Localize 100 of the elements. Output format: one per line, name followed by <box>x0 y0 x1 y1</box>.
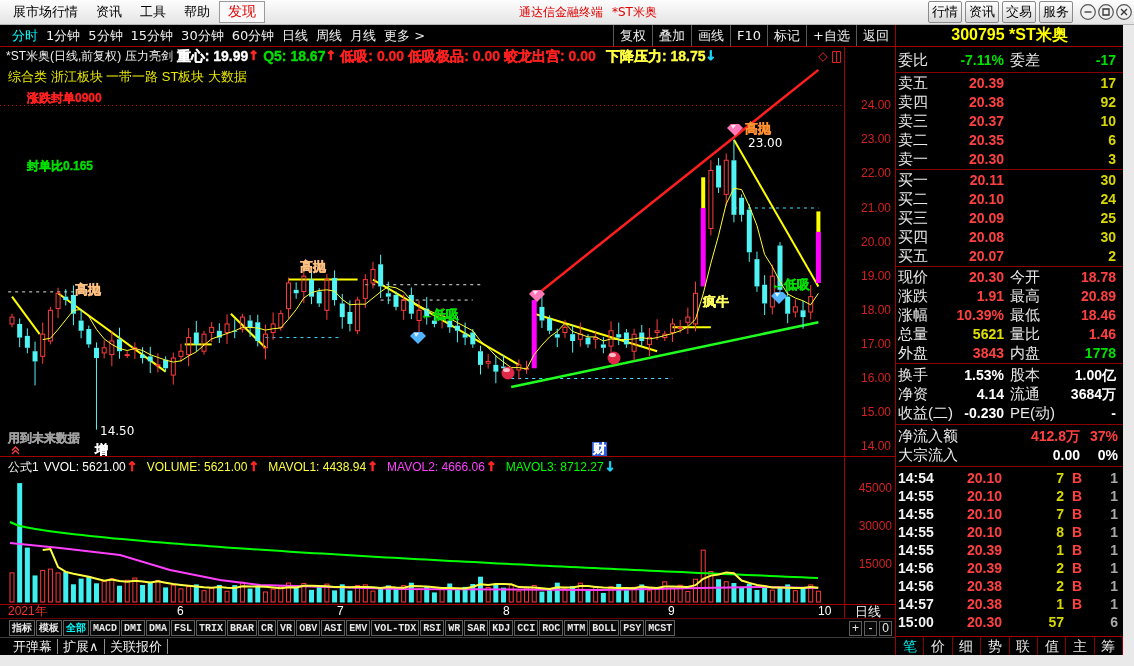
indicator-tab[interactable]: DMA <box>146 620 171 636</box>
chart-note: 涨跌封单0900 <box>27 91 102 105</box>
indicator-tab[interactable]: EMV <box>346 620 371 636</box>
quote-label: 现价 <box>898 268 928 286</box>
indicator-tab[interactable]: SAR <box>464 620 489 636</box>
indicator-tab[interactable]: 全部 <box>63 620 89 636</box>
ask-price: 20.35 <box>968 131 1004 149</box>
period-tab[interactable]: 1分钟 <box>46 26 81 45</box>
quote-label: 内盘 <box>1010 344 1040 362</box>
bid-label: 买四 <box>898 228 928 246</box>
indicator-reading: Q5: 18.67 <box>263 48 326 64</box>
indicator-tab[interactable]: ASI <box>321 620 346 636</box>
tick-volume: 2 <box>1055 559 1064 577</box>
period-tab[interactable]: 60分钟 <box>231 26 275 45</box>
gem-icon <box>410 332 426 344</box>
menu-item[interactable]: 帮助 <box>175 1 219 23</box>
ask-volume: 3 <box>1107 150 1116 168</box>
flow-value: 0.00 <box>1052 446 1080 464</box>
indicator-tab[interactable]: BRAR <box>227 620 258 636</box>
gem-icon <box>529 290 545 302</box>
stat-label: 净资 <box>898 385 928 403</box>
menu-item[interactable]: 工具 <box>131 1 175 23</box>
quote-label: 最高 <box>1010 287 1040 305</box>
ratio-label: 委比 <box>898 50 928 69</box>
indicator-tab[interactable]: DMI <box>121 620 146 636</box>
tick-time: 14:55 <box>898 542 935 558</box>
menu-item[interactable]: 展市场行情 <box>4 1 87 23</box>
tick-count: 1 <box>1109 523 1118 541</box>
period-tab[interactable]: 15分钟 <box>130 26 174 45</box>
event-label: 增 <box>94 443 109 456</box>
date-label: 8 <box>503 605 510 618</box>
indicator-tab[interactable]: PSY <box>620 620 645 636</box>
app-title: 通达信金融终端 <box>519 3 603 21</box>
quote-value: 18.46 <box>1080 306 1116 324</box>
bid-price: 20.11 <box>969 171 1004 189</box>
indicator-tab[interactable]: VOL-TDX <box>371 620 420 636</box>
trend-arrow: ↑ <box>126 460 138 474</box>
indicator-tab[interactable]: MACD <box>90 620 120 636</box>
ratio-value: -7.11% <box>960 50 1004 69</box>
indicator-tab[interactable]: CCI <box>514 620 539 636</box>
quote-label: 量比 <box>1010 325 1040 343</box>
period-tab[interactable]: 更多 > <box>384 26 426 45</box>
zoom-button[interactable]: - <box>864 620 877 636</box>
tick-price: 20.10 <box>965 487 1002 505</box>
menu-item[interactable]: 发现 <box>219 1 265 23</box>
maximize-icon[interactable] <box>1098 4 1114 20</box>
indicator-tab[interactable]: FSL <box>171 620 196 636</box>
tick-count: 1 <box>1109 577 1118 595</box>
nav-button[interactable]: 交易 <box>1002 1 1036 23</box>
tick-count: 1 <box>1109 505 1118 523</box>
indicator-tab[interactable]: MCST <box>645 620 676 636</box>
period-tab[interactable]: 30分钟 <box>181 26 224 45</box>
axis-label: 15000 <box>858 557 892 571</box>
zoom-button[interactable]: 0 <box>879 620 892 636</box>
quote-value: 10.39% <box>956 306 1004 324</box>
axis-label: 14.00 <box>860 440 891 454</box>
tick-count: 1 <box>1109 559 1118 577</box>
indicator-reading: 低吸: 0.00 <box>340 48 405 64</box>
ask-price: 20.39 <box>968 74 1004 92</box>
indicator-tab[interactable]: 模板 <box>36 620 62 636</box>
indicator-tab[interactable]: 指标 <box>9 620 35 636</box>
tick-time: 14:55 <box>898 506 935 522</box>
bid-volume: 24 <box>1099 190 1116 208</box>
axis-label: 21.00 <box>860 201 891 215</box>
menu-item[interactable]: 资讯 <box>87 1 131 23</box>
indicator-tab[interactable]: RSI <box>420 620 445 636</box>
axis-label: 23.00 <box>860 133 891 147</box>
indicator-tab[interactable]: OBV <box>296 620 321 636</box>
indicator-tab[interactable]: WR <box>445 620 464 636</box>
period-tab[interactable]: 分时 <box>12 26 38 45</box>
tick-side: B <box>1070 488 1084 504</box>
indicator-tab[interactable]: VR <box>277 620 296 636</box>
period-tab[interactable]: 月线 <box>350 26 377 45</box>
indicator-tab[interactable]: ROC <box>539 620 564 636</box>
zoom-button[interactable]: + <box>849 620 862 636</box>
indicator-tab[interactable]: CR <box>258 620 277 636</box>
signal-label: 高抛 <box>745 122 771 136</box>
indicator-tab[interactable]: MTM <box>564 620 589 636</box>
indicator-tab[interactable]: KDJ <box>489 620 514 636</box>
tick-time: 14:54 <box>898 470 935 486</box>
nav-button[interactable]: 服务 <box>1039 1 1073 23</box>
period-tab[interactable]: 周线 <box>316 26 343 45</box>
indicator-tab[interactable]: BOLL <box>589 620 620 636</box>
nav-button[interactable]: 行情 <box>928 1 962 23</box>
bid-volume: 30 <box>1099 171 1116 189</box>
period-tab[interactable]: 日线 <box>282 26 309 45</box>
tick-volume: 2 <box>1055 577 1064 595</box>
close-icon[interactable] <box>1116 4 1132 20</box>
minimize-icon[interactable] <box>1080 4 1096 20</box>
tick-time: 15:00 <box>898 614 935 630</box>
tick-volume: 7 <box>1055 469 1064 487</box>
gem-icon <box>727 124 743 136</box>
period-tab[interactable]: 5分钟 <box>88 26 123 45</box>
stat-value: 3684万 <box>1070 385 1116 403</box>
ask-volume: 92 <box>1099 93 1116 111</box>
indicator-tab[interactable]: TRIX <box>196 620 227 636</box>
nav-button[interactable]: 资讯 <box>965 1 999 23</box>
ask-price: 20.38 <box>968 93 1004 111</box>
ask-volume: 10 <box>1099 112 1116 130</box>
axis-label: 20.00 <box>860 235 891 249</box>
